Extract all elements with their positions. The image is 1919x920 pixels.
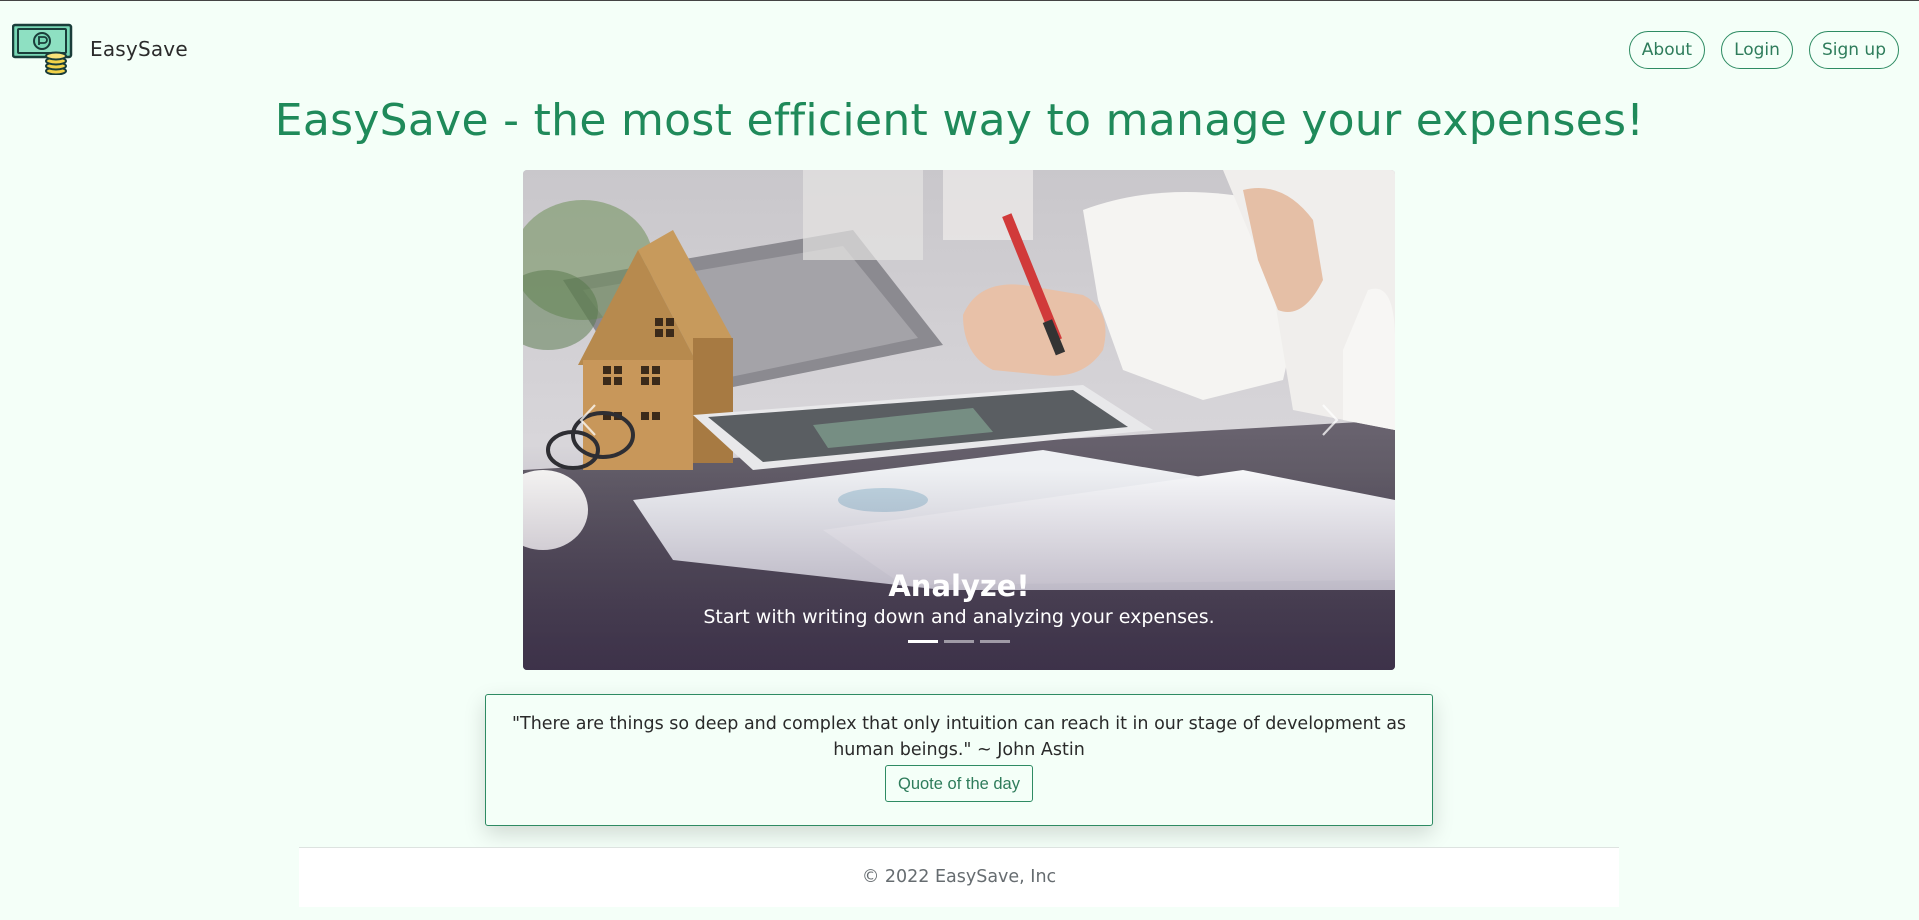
quote-text: "There are things so deep and complex th… — [511, 714, 1407, 760]
carousel-indicator-3[interactable] — [980, 640, 1010, 643]
chevron-right-icon — [1322, 404, 1339, 436]
brand-link[interactable]: EasySave — [11, 23, 188, 76]
page-title: EasySave - the most efficient way to man… — [274, 95, 1645, 146]
carousel-prev-button[interactable] — [563, 392, 613, 448]
nav-about-button[interactable]: About — [1628, 31, 1706, 69]
footer: © 2022 EasySave, Inc — [299, 847, 1619, 907]
nav-login-button[interactable]: Login — [1721, 31, 1793, 69]
chevron-left-icon — [579, 404, 596, 436]
carousel-indicator-2[interactable] — [944, 640, 974, 643]
navbar: EasySave About Login Sign up — [0, 1, 1919, 91]
footer-copyright: © 2022 EasySave, Inc — [861, 867, 1057, 887]
quote-of-the-day-button[interactable]: Quote of the day — [884, 765, 1033, 802]
carousel-caption-text: Start with writing down and analyzing yo… — [703, 606, 1215, 628]
carousel-indicator-1[interactable] — [908, 640, 938, 643]
nav-links: About Login Sign up — [1628, 31, 1899, 69]
carousel-next-button[interactable] — [1305, 392, 1355, 448]
carousel-indicators — [523, 640, 1395, 643]
brand-name[interactable]: EasySave — [90, 37, 188, 61]
image-carousel: Analyze! Start with writing down and ana… — [523, 170, 1395, 670]
quote-card: "There are things so deep and complex th… — [485, 694, 1433, 826]
money-bill-coins-icon — [11, 23, 74, 76]
nav-signup-button[interactable]: Sign up — [1808, 31, 1899, 69]
carousel-caption-title: Analyze! — [888, 569, 1030, 603]
